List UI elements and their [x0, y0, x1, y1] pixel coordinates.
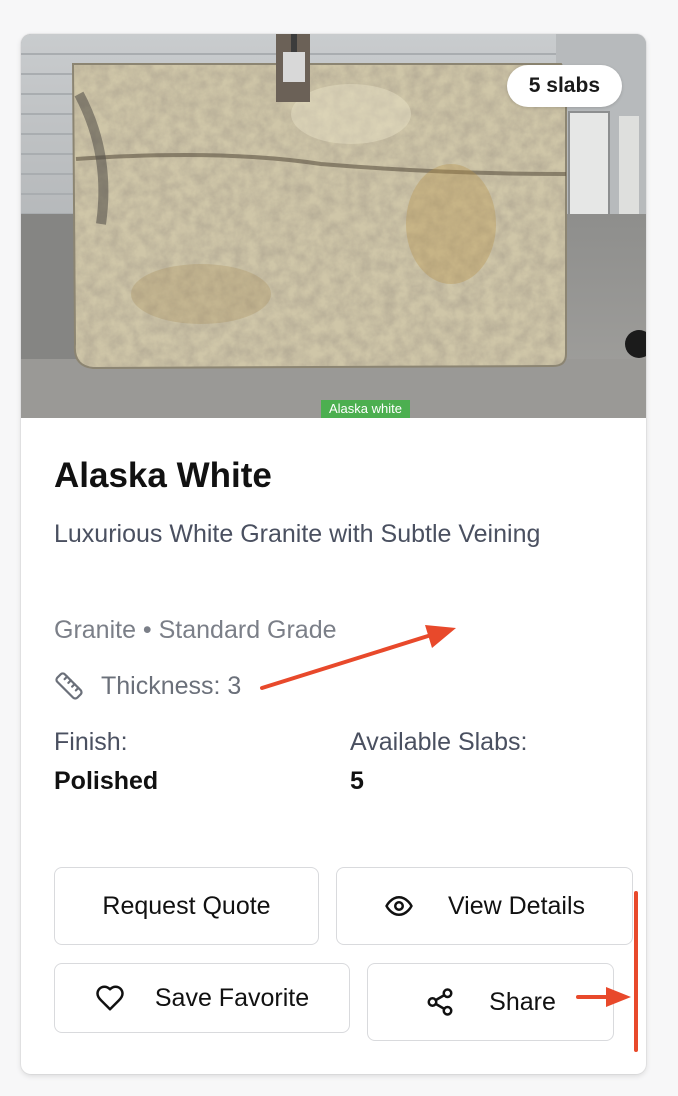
heart-icon — [95, 983, 125, 1013]
save-favorite-button[interactable]: Save Favorite — [54, 963, 350, 1033]
slab-count-badge: 5 slabs — [506, 65, 622, 107]
thickness-text: Thickness: 3 — [101, 672, 242, 700]
share-icon — [425, 987, 455, 1017]
thickness-row: Thickness: 3 — [54, 668, 241, 704]
slab-photo[interactable]: 5 slabs Alaska white — [21, 34, 646, 418]
view-details-button[interactable]: View Details — [336, 867, 633, 945]
product-card: 5 slabs Alaska white Alaska White Luxuri… — [21, 34, 646, 1074]
eye-icon — [384, 891, 414, 921]
request-quote-label: Request Quote — [102, 891, 271, 920]
material-grade: Granite • Standard Grade — [54, 616, 337, 644]
save-favorite-label: Save Favorite — [154, 983, 310, 1012]
photo-label: Alaska white — [321, 400, 410, 418]
view-details-label: View Details — [447, 891, 586, 920]
available-slabs-label: Available Slabs: — [350, 728, 528, 756]
product-title: Alaska White — [54, 456, 272, 495]
request-quote-button[interactable]: Request Quote — [54, 867, 319, 945]
finish-label: Finish: — [54, 728, 128, 756]
finish-value: Polished — [54, 767, 159, 795]
available-slabs-value: 5 — [350, 767, 364, 795]
share-button[interactable]: Share — [367, 963, 614, 1041]
product-subtitle: Luxurious White Granite with Subtle Vein… — [54, 520, 541, 548]
share-label: Share — [489, 987, 556, 1016]
ruler-icon — [54, 671, 84, 701]
